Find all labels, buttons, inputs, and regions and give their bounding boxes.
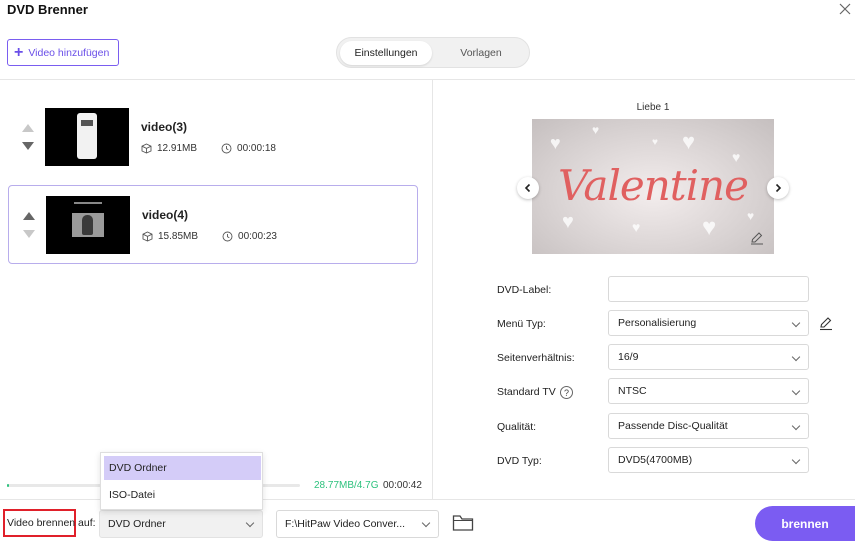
plus-icon: +	[14, 43, 24, 61]
clock-icon	[222, 231, 233, 242]
burn-button[interactable]: brennen	[755, 506, 855, 541]
capacity-used: 28.77MB/4.7G	[314, 480, 379, 491]
video-name: video(4)	[142, 208, 189, 222]
burn-target-menu: DVD Ordner ISO-Datei	[100, 452, 263, 510]
edit-template-icon[interactable]	[749, 230, 765, 246]
menu-type-label: Menü Typ:	[497, 318, 546, 330]
quality-label: Qualität:	[497, 421, 537, 433]
output-path-select[interactable]: F:\HitPaw Video Conver...	[276, 510, 439, 538]
aspect-ratio-label: Seitenverhältnis:	[497, 352, 575, 364]
video-duration: 00:00:23	[238, 231, 277, 242]
dvd-label-label: DVD-Label:	[497, 284, 552, 296]
video-size: 15.85MB	[158, 231, 199, 242]
chevron-down-icon	[791, 421, 801, 431]
dvd-label-input[interactable]	[608, 276, 809, 302]
menu-type-select[interactable]: Personalisierung	[608, 310, 809, 336]
quality-select[interactable]: Passende Disc-Qualität	[608, 413, 809, 439]
quality-value: Passende Disc-Qualität	[618, 420, 728, 432]
burn-target-value: DVD Ordner	[108, 518, 166, 530]
template-title: Liebe 1	[636, 102, 670, 113]
divider	[432, 79, 433, 499]
dvd-type-label: DVD Typ:	[497, 455, 542, 467]
chevron-left-icon	[524, 183, 531, 193]
clock-icon	[221, 143, 232, 154]
window-title: DVD Brenner	[7, 2, 88, 17]
menu-item-iso-datei[interactable]: ISO-Datei	[104, 483, 261, 507]
standard-tv-select[interactable]: NTSC	[608, 378, 809, 404]
capacity-progress-fill	[7, 484, 9, 487]
burn-to-label: Video brennen auf:	[7, 517, 96, 529]
total-duration: 00:00:42	[383, 480, 422, 491]
box-icon	[142, 231, 153, 242]
tab-einstellungen[interactable]: Einstellungen	[340, 41, 432, 65]
folder-icon[interactable]	[452, 514, 474, 532]
close-icon[interactable]	[838, 2, 852, 16]
chevron-down-icon	[791, 352, 801, 362]
video-item[interactable]: video(4) 15.85MB 00:00:23	[8, 185, 418, 264]
chevron-down-icon	[791, 386, 801, 396]
move-up-icon[interactable]	[23, 212, 35, 220]
tab-switcher: Einstellungen Vorlagen	[336, 37, 530, 68]
next-template-button[interactable]	[767, 177, 789, 199]
video-meta: 15.85MB 00:00:23	[142, 231, 277, 242]
aspect-ratio-select[interactable]: 16/9	[608, 344, 809, 370]
template-preview: ♥ ♥ ♥ ♥ ♥ ♥ ♥ ♥ ♥ Valentine	[532, 119, 774, 254]
video-thumbnail	[46, 196, 130, 254]
video-item[interactable]: video(3) 12.91MB 00:00:18	[8, 100, 418, 179]
aspect-ratio-value: 16/9	[618, 351, 639, 363]
burn-target-select[interactable]: DVD Ordner	[99, 510, 263, 538]
chevron-down-icon	[245, 518, 255, 528]
add-video-label: Video hinzufügen	[28, 46, 110, 59]
edit-menu-icon[interactable]	[818, 315, 834, 331]
menu-type-value: Personalisierung	[618, 317, 697, 329]
chevron-down-icon	[791, 318, 801, 328]
video-meta: 12.91MB 00:00:18	[141, 143, 276, 154]
dvd-type-select[interactable]: DVD5(4700MB)	[608, 447, 809, 473]
menu-item-dvd-ordner[interactable]: DVD Ordner	[104, 456, 261, 480]
standard-tv-label: Standard TV	[497, 386, 556, 398]
video-thumbnail	[45, 108, 129, 166]
move-up-icon[interactable]	[22, 124, 34, 132]
help-icon[interactable]: ?	[560, 386, 573, 399]
move-down-icon[interactable]	[22, 142, 34, 150]
dvd-type-value: DVD5(4700MB)	[618, 454, 693, 466]
chevron-right-icon	[775, 183, 782, 193]
chevron-down-icon	[421, 518, 431, 528]
output-path-value: F:\HitPaw Video Conver...	[285, 518, 406, 530]
video-size: 12.91MB	[157, 143, 198, 154]
divider	[0, 79, 855, 80]
box-icon	[141, 143, 152, 154]
video-name: video(3)	[141, 120, 188, 134]
tab-vorlagen[interactable]: Vorlagen	[437, 41, 525, 65]
template-text: Valentine	[557, 161, 749, 210]
chevron-down-icon	[791, 455, 801, 465]
move-down-icon[interactable]	[23, 230, 35, 238]
standard-tv-value: NTSC	[618, 385, 647, 397]
previous-template-button[interactable]	[517, 177, 539, 199]
video-duration: 00:00:18	[237, 143, 276, 154]
add-video-button[interactable]: + Video hinzufügen	[7, 39, 119, 66]
